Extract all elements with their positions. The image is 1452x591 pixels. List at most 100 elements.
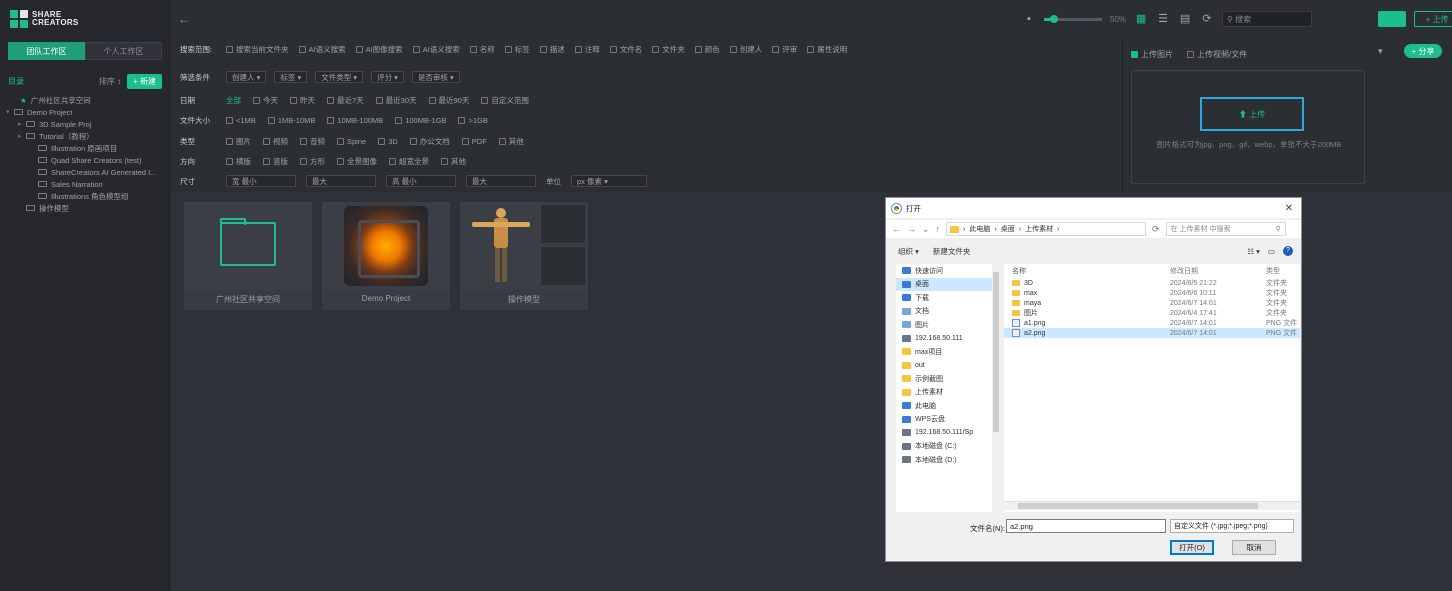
tree-toggle-icon[interactable]: ▸ — [18, 120, 26, 128]
height-max-input[interactable]: 最大 — [466, 175, 536, 187]
width-min-input[interactable]: 宽 最小 — [226, 175, 296, 187]
close-icon[interactable]: ✕ — [1285, 203, 1293, 214]
filter-option[interactable]: 评审 — [772, 44, 797, 55]
save-icon[interactable]: ▪ — [1022, 12, 1036, 26]
nav-item[interactable]: 192.168.50.111/Sp — [896, 426, 1000, 440]
checkbox[interactable] — [267, 116, 275, 124]
filter-option[interactable]: 100MB-1GB — [395, 116, 446, 125]
checkbox[interactable] — [729, 45, 737, 53]
new-folder-button[interactable]: 新建文件夹 — [933, 246, 971, 257]
chevron-down-icon[interactable]: ▾ — [1378, 46, 1383, 57]
file-row[interactable]: a1.png 2024/6/7 14:01 PNG 文件 — [1004, 318, 1300, 328]
tree-toggle-icon[interactable]: ▾ — [6, 108, 14, 116]
filter-option[interactable]: Spine — [337, 136, 366, 147]
help-icon[interactable]: ? — [1283, 246, 1293, 256]
filter-option[interactable]: AI图像搜索 — [355, 44, 403, 55]
filter-option[interactable]: 1MB-10MB — [267, 116, 315, 125]
filter-option[interactable]: 搜索当前文件夹 — [226, 44, 289, 55]
nav-scrollbar[interactable] — [992, 264, 1000, 512]
filter-option[interactable]: 视频 — [263, 136, 288, 147]
checkbox[interactable] — [298, 45, 306, 53]
breadcrumb[interactable]: › 此电脑 › 桌面 › 上传素材 › — [946, 222, 1147, 236]
up-icon[interactable]: ↑ — [936, 224, 941, 234]
open-button[interactable]: 打开(O) — [1170, 540, 1214, 555]
list-view-icon[interactable]: ☰ — [1156, 12, 1170, 26]
tree-item[interactable]: Quad Share Creators (test) — [4, 154, 166, 166]
file-row[interactable]: max 2024/6/6 10:11 文件夹 — [1004, 288, 1300, 298]
file-row[interactable]: 图片 2024/6/4 17:41 文件夹 — [1004, 308, 1300, 318]
filter-option[interactable]: AI语义搜索 — [298, 44, 346, 55]
unit-select[interactable]: px 像素 ▾ — [571, 175, 647, 187]
tree-toggle-icon[interactable]: ▸ — [18, 132, 26, 140]
upload-button[interactable]: + 上传 — [1414, 11, 1452, 27]
nav-item[interactable]: 示例截图 — [896, 372, 1000, 386]
upload-dropzone[interactable]: ⬆ 上传 图片格式可为jpg、png、gif、webp，单张不大于200MB — [1131, 70, 1365, 184]
checkbox[interactable] — [263, 137, 270, 145]
filter-option[interactable]: 全部 — [226, 95, 241, 106]
column-date[interactable]: 修改日期 — [1170, 266, 1266, 276]
tab-upload-files[interactable]: 上传视频/文件 — [1187, 49, 1247, 60]
sort-button[interactable]: 排序 ↕ — [99, 76, 121, 87]
width-max-input[interactable]: 最大 — [306, 175, 376, 187]
filter-option[interactable]: 竖版 — [263, 156, 288, 167]
filter-option[interactable]: >1GB — [458, 116, 488, 125]
filter-option[interactable]: 办公文档 — [409, 136, 450, 147]
filter-option[interactable]: 自定义范围 — [481, 95, 529, 106]
checkbox[interactable] — [300, 157, 307, 165]
filter-option[interactable]: 音频 — [300, 136, 325, 147]
breadcrumb-item[interactable]: 此电脑 — [969, 224, 990, 234]
file-row[interactable]: maya 2024/6/7 14:01 文件夹 — [1004, 298, 1300, 308]
tab-team-workspace[interactable]: 团队工作区 — [8, 42, 85, 60]
filter-option[interactable]: 最近30天 — [375, 95, 417, 106]
preview-pane-icon[interactable]: ▭ — [1268, 247, 1275, 256]
checkbox[interactable] — [772, 45, 780, 53]
filter-option[interactable]: 其他 — [441, 156, 466, 167]
column-name[interactable]: 名称 — [1004, 266, 1170, 276]
filter-option[interactable]: 全景图像 — [337, 156, 377, 167]
filter-option[interactable]: 颜色 — [694, 44, 720, 55]
filter-option[interactable]: 10MB-100MB — [327, 116, 383, 125]
back-icon[interactable]: ← — [892, 224, 901, 234]
checkbox[interactable] — [226, 157, 233, 165]
checkbox[interactable] — [395, 116, 403, 124]
checkbox[interactable] — [226, 45, 233, 53]
filter-option[interactable]: AI语义搜索 — [412, 44, 460, 55]
filter-option[interactable]: 3D — [378, 136, 398, 147]
file-row[interactable]: a2.png 2024/6/7 14:01 PNG 文件 — [1004, 328, 1300, 338]
filter-option[interactable]: 昨天 — [290, 95, 315, 106]
filter-option[interactable]: <1MB — [226, 116, 256, 125]
filter-option[interactable]: 方形 — [300, 156, 325, 167]
height-min-input[interactable]: 高 最小 — [386, 175, 456, 187]
tree-item[interactable]: ★ 广州社区共享空间 — [4, 94, 166, 106]
logo[interactable]: SHARE CREATORS — [10, 8, 79, 30]
checkbox[interactable] — [807, 45, 815, 53]
checkbox[interactable] — [378, 137, 386, 145]
filter-option[interactable]: 注释 — [574, 44, 600, 55]
checkbox[interactable] — [253, 96, 260, 104]
checkbox[interactable] — [409, 137, 417, 145]
action-button[interactable] — [1378, 11, 1407, 27]
filter-dropdown[interactable]: 是否审核 ▾ — [411, 71, 460, 83]
asset-card-project[interactable]: Demo Project — [322, 202, 450, 310]
nav-item[interactable]: 图片 — [896, 318, 1000, 332]
checkbox[interactable] — [412, 45, 420, 53]
checkbox[interactable] — [652, 45, 660, 53]
search-input[interactable]: ⚲ 搜索 — [1222, 11, 1313, 27]
filter-option[interactable]: 图片 — [226, 136, 251, 147]
checkbox[interactable] — [504, 45, 512, 53]
checkbox[interactable] — [498, 137, 506, 145]
back-arrow-icon[interactable]: ← — [178, 12, 190, 26]
checkbox[interactable] — [337, 157, 344, 165]
cancel-button[interactable]: 取消 — [1232, 540, 1276, 555]
checkbox[interactable] — [337, 137, 344, 145]
tree-item[interactable]: ▸ 3D Sample Proj — [4, 118, 166, 130]
tab-personal-workspace[interactable]: 个人工作区 — [85, 42, 162, 60]
filename-input[interactable]: a2.png — [1006, 519, 1166, 533]
nav-item[interactable]: 本地磁盘 (C:) — [896, 440, 1000, 454]
tree-item[interactable]: 操作模型 — [4, 202, 166, 214]
refresh-icon[interactable]: ⟳ — [1200, 12, 1214, 26]
nav-item[interactable]: 快速访问 — [896, 264, 1000, 278]
filter-option[interactable]: 最近90天 — [428, 95, 469, 106]
checkbox[interactable] — [461, 137, 469, 145]
grid-view-icon[interactable]: ▦ — [1134, 12, 1148, 26]
